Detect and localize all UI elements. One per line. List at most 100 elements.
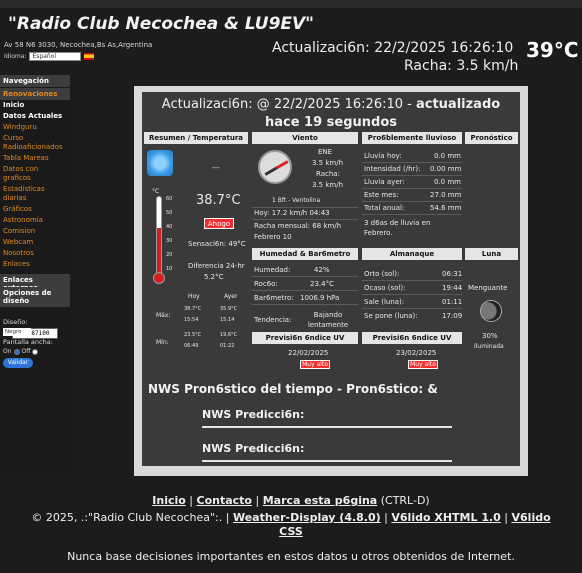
language-row: Idioma: Español	[4, 52, 95, 61]
footer-home-link[interactable]: Inicio	[152, 494, 186, 507]
sidebar-item-comision[interactable]: Comision	[0, 226, 70, 237]
min-today: 23.5°C	[184, 332, 202, 338]
thermo-tick-unit: °C	[152, 188, 160, 195]
site-title: "Radio Club Necochea & LU9EV"	[8, 14, 315, 34]
footer-contact-link[interactable]: Contacto	[197, 494, 252, 507]
design-select[interactable]: Negro	[3, 328, 31, 336]
rain-rate-label: Intensidad (/hr):	[364, 165, 421, 173]
max-today-time: 15:54	[184, 317, 199, 323]
footer-bookmark-link[interactable]: Marca esta p6gina	[263, 494, 378, 507]
dewpoint-value: 23.4°C	[310, 280, 334, 288]
pressure-trend: Bajando lentamente	[307, 311, 349, 329]
rain-today-label: Lluvia hoy:	[364, 152, 402, 160]
moon-phase: Menguante	[468, 284, 508, 292]
top-band	[0, 0, 582, 8]
sidebar-item-mareas[interactable]: Tabla Mareas	[0, 153, 70, 164]
wind-speed: 3.5 km/h	[312, 159, 344, 167]
sidebar-renovaciones[interactable]: Renovaciones	[0, 88, 70, 100]
wind-gust-label: Racha:	[316, 170, 340, 178]
footer-copyright-text: © 2025, .:"Radio Club Necochea":. |	[31, 511, 230, 524]
max-yesterday-time: 15:14	[220, 317, 235, 323]
thermo-tick-50: 50	[166, 210, 173, 216]
uv-date-2: 23/02/2025	[396, 349, 437, 357]
sunrise-label: Orto (sol):	[364, 270, 400, 278]
on-radio[interactable]	[13, 348, 20, 355]
sidebar-item-enlaces[interactable]: Enlaces	[0, 259, 70, 270]
sidebar-item-astronomia[interactable]: Astronomía	[0, 215, 70, 226]
footer-xhtml-link[interactable]: V6lido XHTML 1.0	[391, 511, 500, 524]
today-col-label: Hoy	[188, 293, 200, 300]
sunset-value: 19:44	[442, 284, 463, 292]
rain-month-label: Este mes:	[364, 191, 399, 199]
humidity-label: Humedad:	[254, 266, 291, 274]
min-label: Mín:	[156, 339, 169, 346]
moon-phase-icon	[480, 300, 502, 322]
sunny-weather-icon	[147, 150, 173, 176]
thermometer-icon	[156, 196, 162, 276]
sidebar-item-graficos-datos[interactable]: Datos con graficos	[0, 164, 70, 184]
yesterday-col-label: Ayer	[224, 293, 238, 300]
off-radio[interactable]	[32, 348, 39, 355]
moonset-value: 17:09	[442, 312, 463, 320]
humidity-header: Humedad & Bar6metro	[252, 248, 358, 260]
wind-compass-icon	[258, 150, 292, 184]
validate-button[interactable]: Validar	[3, 358, 33, 368]
thermo-tick-10: 10	[166, 266, 173, 272]
footer-css-link-b[interactable]: CSS	[279, 525, 303, 538]
forecast-header: Pronóstico	[465, 132, 518, 144]
rain-yesterday-label: Lluvia ayer:	[364, 178, 405, 186]
design-options-title: Opciones de diseño	[0, 287, 70, 307]
rain-today-value: 0.0 mm	[434, 152, 461, 160]
header-gust: Racha: 3.5 km/h	[404, 58, 519, 74]
moonset-label: Se pone (luna):	[364, 312, 418, 320]
sidebar-item-windguru[interactable]: Windguru	[0, 122, 70, 133]
uv-forecast-header-1: Previsi6n 6ndice UV	[252, 332, 358, 344]
temp-trend-badge: Ahogo	[204, 218, 234, 229]
language-select[interactable]: Español	[29, 52, 82, 61]
sidebar-item-graficos[interactable]: Gráficos	[0, 204, 70, 215]
footer-disclaimer: Nunca base decisiones importantes en est…	[67, 550, 515, 563]
wind-max-today: Hoy: 17.2 km/h 04:43	[254, 209, 330, 217]
sidebar-item-inicio[interactable]: Inicio	[0, 100, 70, 111]
sidebar-item-estadisticas[interactable]: Estadísticas diarias	[0, 184, 70, 204]
sidebar-item-curso[interactable]: Curso Radioaficionados	[0, 133, 70, 153]
banner-update-time: Actualizaci6n: @ 22/2/2025 16:26:10 -	[161, 97, 412, 112]
rain-header: Pro6blemente lluvioso	[362, 132, 462, 144]
sidebar-item-datos-actuales[interactable]: Datos Actuales	[0, 111, 70, 122]
thermo-tick-20: 20	[166, 252, 173, 258]
sidebar-item-nosotros[interactable]: Nosotros	[0, 248, 70, 259]
wind-header: Viento	[252, 132, 358, 144]
thermo-tick-30: 30	[166, 238, 173, 244]
wind-gust: 3.5 km/h	[312, 181, 344, 189]
max-yesterday: 35.9°C	[220, 306, 238, 312]
footer-weather-display-link[interactable]: Weather-Display (4.8.0)	[233, 511, 381, 524]
design-options: Opciones de diseño Diseño: Negro Pantall…	[0, 286, 70, 370]
wind-monthly-gust: Racha mensual: 68 km/h	[254, 222, 342, 230]
nws-prediction-1: NWS Predicci6n:	[202, 408, 305, 421]
rain-year-value: 54.6 mm	[430, 204, 462, 212]
design-label: Diseño:	[3, 318, 28, 326]
wind-direction: ENE	[318, 148, 333, 156]
rain-yesterday-value: 0.0 mm	[434, 178, 461, 186]
on-label: On	[3, 348, 12, 355]
nws-divider-1	[202, 426, 452, 428]
uv-date-1: 22/02/2025	[288, 349, 329, 357]
condition-dashes: ---	[212, 164, 220, 172]
footer-css-link-a[interactable]: V6lido	[512, 511, 551, 524]
max-today: 38.7°C	[184, 306, 202, 312]
rain-days-note: 3 d6as de lluvia en Febrero.	[364, 219, 431, 237]
pressure-trend-label: Tendencia:	[254, 316, 292, 324]
rain-month-value: 27.0 mm	[430, 191, 462, 199]
main-inner: Actualizaci6n: @ 22/2/2025 16:26:10 - ac…	[142, 92, 520, 466]
sidebar-nav-title: Navegación	[0, 75, 70, 87]
barometer-value: 1006.9 hPa	[300, 294, 340, 302]
moon-header: Luna	[465, 248, 518, 260]
thermo-tick-60: 60	[166, 196, 173, 202]
footer-copyright: © 2025, .:"Radio Club Necochea":. | Weat…	[31, 511, 551, 538]
spain-flag-icon[interactable]	[84, 53, 95, 60]
humidity-value: 42%	[314, 266, 330, 274]
wind-monthly-date: Febrero 10	[254, 233, 292, 241]
sidebar-item-webcam[interactable]: Webcam	[0, 237, 70, 248]
min-yesterday-time: 01:22	[220, 343, 235, 349]
wide-screen-toggle: On Off	[0, 347, 70, 356]
